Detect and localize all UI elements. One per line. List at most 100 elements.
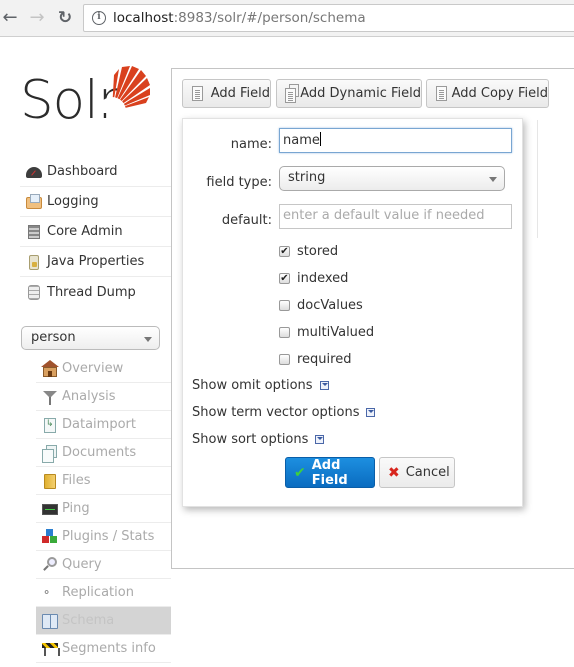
core-item-dataimport[interactable]: Dataimport	[36, 411, 171, 439]
sidebar-item-core-admin[interactable]: Core Admin	[20, 217, 171, 247]
arrow-right-icon[interactable]: →	[27, 8, 47, 28]
add-field-button[interactable]: Add Field	[182, 79, 271, 108]
indexed-checkbox[interactable]: ✔	[279, 272, 290, 284]
stored-checkbox[interactable]: ✔	[279, 245, 290, 257]
documents-icon	[42, 444, 57, 463]
logging-icon	[26, 193, 42, 209]
chevron-down-icon	[489, 177, 497, 182]
plugins-icon	[42, 528, 58, 545]
multivalued-checkbox[interactable]	[279, 326, 290, 338]
checkbox-label: docValues	[297, 297, 363, 313]
sidebar-item-thread-dump[interactable]: Thread Dump	[20, 277, 171, 307]
multivalued-checkbox-row[interactable]: multiValued	[279, 323, 374, 341]
default-placeholder: enter a default value if needed	[283, 208, 485, 223]
docvalues-checkbox[interactable]	[279, 299, 290, 311]
expand-icon[interactable]	[366, 408, 376, 417]
sun-burst-icon	[102, 66, 150, 113]
core-item-query[interactable]: Query	[36, 551, 171, 579]
sidebar-item-label: Java Properties	[47, 254, 145, 269]
dashboard-icon	[26, 166, 42, 178]
url-text[interactable]: localhost:8983/solr/#/person/schema	[113, 10, 366, 26]
cancel-label: Cancel	[405, 465, 450, 480]
info-icon[interactable]: i	[92, 11, 106, 25]
folder-icon	[44, 473, 56, 489]
default-label: default:	[221, 213, 272, 228]
arrow-left-icon[interactable]: ←	[0, 8, 20, 28]
core-item-label: Dataimport	[62, 417, 136, 432]
add-copy-field-button[interactable]: Add Copy Field	[426, 79, 549, 108]
docvalues-checkbox-row[interactable]: docValues	[279, 296, 363, 314]
core-selector[interactable]: person	[21, 326, 160, 350]
core-item-label: Plugins / Stats	[62, 529, 155, 544]
expand-icon[interactable]	[315, 435, 325, 444]
reload-icon[interactable]: ↻	[55, 8, 75, 28]
cancel-button[interactable]: ✖ Cancel	[379, 457, 455, 488]
core-item-ping[interactable]: Ping	[36, 495, 171, 523]
core-item-label: Files	[62, 473, 91, 488]
core-item-documents[interactable]: Documents	[36, 439, 171, 467]
show-term-vector-options[interactable]: Show term vector options	[192, 405, 376, 420]
checkbox-label: stored	[297, 243, 339, 259]
background-divider	[537, 120, 538, 238]
core-item-overview[interactable]: Overview	[36, 355, 171, 383]
funnel-icon	[43, 390, 57, 405]
required-checkbox-row[interactable]: required	[279, 350, 351, 368]
sidebar-item-label: Logging	[47, 194, 99, 209]
browser-toolbar: ← → ↻ i localhost:8983/solr/#/person/sch…	[0, 0, 574, 37]
checkbox-label: required	[297, 351, 352, 367]
home-icon	[41, 359, 59, 377]
core-menu: Overview Analysis Dataimport Documents F…	[36, 355, 171, 663]
field-type-value: string	[288, 170, 326, 185]
indexed-checkbox-row[interactable]: ✔ indexed	[279, 269, 348, 287]
add-field-label: Add Field	[210, 86, 270, 101]
core-item-analysis[interactable]: Analysis	[36, 383, 171, 411]
add-dynamic-field-label: Add Dynamic Field	[300, 86, 421, 101]
submit-label: Add Field	[311, 457, 348, 488]
core-item-label: Ping	[62, 501, 90, 516]
field-type-label: field type:	[206, 175, 272, 190]
dataimport-icon	[44, 417, 56, 433]
option-label: Show omit options	[192, 378, 313, 393]
sidebar-menu: Dashboard Logging Core Admin Java Proper…	[20, 157, 171, 307]
text-cursor	[319, 132, 321, 146]
sidebar-item-label: Thread Dump	[47, 284, 136, 300]
chevron-down-icon	[144, 337, 152, 342]
sidebar-item-label: Core Admin	[47, 224, 123, 239]
ping-icon	[42, 503, 58, 515]
add-copy-field-label: Add Copy Field	[451, 86, 548, 101]
name-label: name:	[230, 137, 272, 152]
magnifier-icon	[47, 556, 57, 567]
sidebar-item-label: Dashboard	[47, 164, 118, 179]
sidebar-item-dashboard[interactable]: Dashboard	[20, 157, 171, 187]
add-dynamic-field-button[interactable]: Add Dynamic Field	[276, 79, 422, 108]
field-type-select[interactable]: string	[279, 166, 505, 191]
required-checkbox[interactable]	[279, 353, 290, 365]
name-input-value: name	[283, 133, 320, 148]
expand-icon[interactable]	[319, 381, 329, 390]
name-input[interactable]: name	[279, 128, 512, 153]
checkbox-label: indexed	[297, 270, 349, 286]
checkbox-label: multiValued	[297, 324, 375, 340]
option-label: Show sort options	[192, 432, 309, 447]
solr-logo[interactable]: Solr	[20, 63, 155, 133]
close-icon: ✖	[388, 464, 400, 481]
stored-checkbox-row[interactable]: ✔ stored	[279, 242, 338, 260]
core-item-schema[interactable]: Schema	[36, 607, 171, 635]
show-omit-options[interactable]: Show omit options	[192, 378, 329, 393]
show-sort-options[interactable]: Show sort options	[192, 432, 325, 447]
schema-book-icon	[42, 613, 58, 629]
sidebar-item-java-properties[interactable]: Java Properties	[20, 247, 171, 277]
sidebar-item-logging[interactable]: Logging	[20, 187, 171, 217]
core-item-plugins-stats[interactable]: Plugins / Stats	[36, 523, 171, 551]
replication-icon: ⚬	[42, 585, 52, 599]
core-item-segments-info[interactable]: Segments info	[36, 635, 171, 663]
core-item-label: Documents	[62, 445, 137, 460]
core-item-files[interactable]: Files	[36, 467, 171, 495]
core-admin-icon	[28, 224, 40, 239]
address-bar[interactable]: i localhost:8983/solr/#/person/schema	[83, 4, 574, 32]
thread-dump-icon	[28, 285, 40, 300]
submit-add-field-button[interactable]: ✔ Add Field	[285, 457, 375, 488]
default-value-input[interactable]: enter a default value if needed	[279, 204, 512, 229]
core-item-replication[interactable]: ⚬ Replication	[36, 579, 171, 607]
url-host: localhost	[113, 10, 174, 26]
